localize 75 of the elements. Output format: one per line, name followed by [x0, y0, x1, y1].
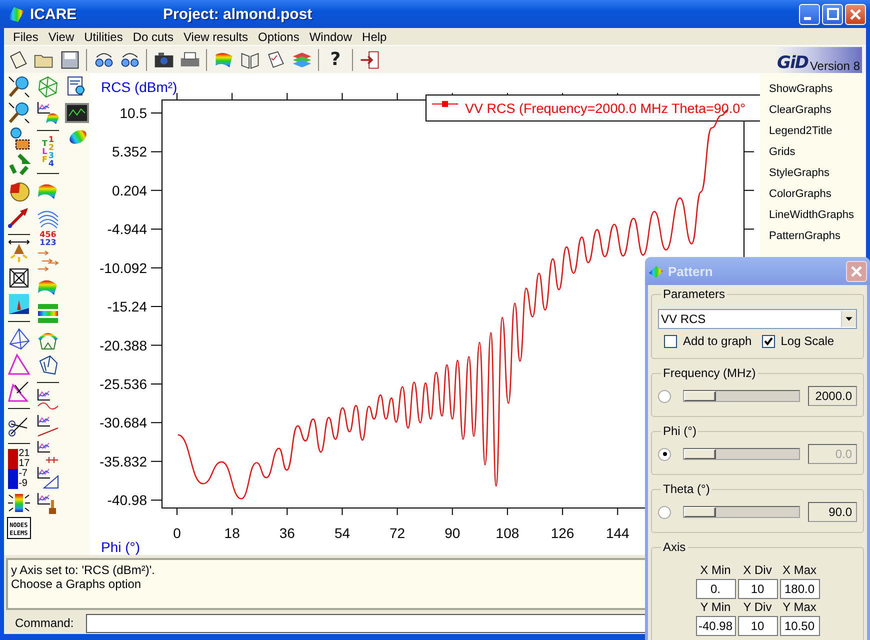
logo-name: GiD [777, 52, 808, 72]
axis-input[interactable]: 180.0 [780, 579, 820, 599]
command-item[interactable]: PatternGraphs [769, 228, 866, 244]
y-tick-label: 0.204 [112, 182, 147, 198]
x-axis-title: Phi (°) [101, 539, 140, 555]
scale-label: 17 [18, 459, 30, 469]
logo-version: Version 8 [810, 58, 860, 72]
x-tick-label: 144 [606, 525, 630, 541]
menu-item[interactable]: View results [178, 30, 253, 44]
y-tick-label: -20.388 [100, 337, 147, 354]
value-field[interactable]: 90.0 [808, 502, 857, 522]
group-label: Axis [661, 540, 688, 554]
command-item[interactable]: StyleGraphs [769, 165, 866, 181]
x-tick-label: 0 [173, 525, 181, 541]
legend-label: VV RCS (Frequency=2000.0 MHz Theta=90.0° [465, 101, 746, 116]
menu-item[interactable]: Options [252, 30, 304, 44]
menu-item[interactable]: Utilities [79, 30, 128, 44]
x-tick-label: 54 [334, 525, 350, 541]
checkbox-option[interactable]: Log Scale [762, 334, 834, 348]
checkbox-option[interactable]: Add to graph [664, 334, 752, 348]
message-line: Choose a Graphs option [11, 577, 142, 591]
x-tick-label: 126 [550, 525, 574, 541]
axis-field-label: Y Max [782, 599, 818, 616]
x-tick-label: 90 [444, 525, 460, 541]
quantity-select[interactable]: VV RCS [658, 309, 857, 329]
axis-input[interactable]: 10 [738, 616, 778, 636]
axis-field-label: Y Min [699, 599, 732, 616]
menu-item[interactable]: View [43, 30, 80, 44]
numbering-button[interactable]: 456 123 [40, 231, 56, 247]
axis-input[interactable]: 10.50 [780, 616, 820, 636]
help-button[interactable]: ? [324, 48, 347, 72]
menu-item[interactable]: Do cuts [128, 30, 178, 44]
group-label: Phi (°) [661, 424, 698, 438]
dialog-title: Pattern [668, 264, 713, 278]
x-tick-label: 18 [224, 525, 240, 541]
command-item[interactable]: ColorGraphs [769, 186, 866, 202]
y-tick-label: -4.944 [107, 221, 147, 238]
command-item[interactable]: Legend2Title [769, 123, 866, 139]
command-item[interactable]: Grids [769, 144, 866, 160]
x-tick-label: 72 [390, 525, 406, 541]
x-tick-label: 108 [496, 525, 520, 541]
y-tick-label: -30.684 [100, 414, 147, 431]
y-tick-label: 5.352 [112, 144, 147, 160]
axis-field-label: X Max [781, 562, 818, 579]
scale-label: 21 [18, 449, 30, 459]
command-label: Command: [15, 616, 74, 630]
menu-item[interactable]: Help [357, 30, 392, 44]
window-title: Project: almond.post [163, 6, 312, 22]
x-tick-label: 36 [279, 525, 295, 541]
axis-input[interactable]: -40.98 [696, 616, 736, 636]
y-tick-label: -10.092 [100, 260, 147, 276]
axis-field-label: Y Div [742, 599, 773, 616]
menu-item[interactable]: Files [8, 30, 44, 44]
value-field[interactable]: 2000.0 [808, 386, 857, 406]
y-tick-label: -35.832 [100, 453, 147, 470]
group-label: Frequency (MHz) [661, 366, 758, 380]
group-label: Parameters [661, 287, 728, 301]
app-title: ICARE [30, 6, 78, 22]
message-line: y Axis set to: 'RCS (dBm²)'. [11, 563, 155, 577]
y-tick-label: -40.98 [107, 492, 147, 508]
y-tick-label: 10.5 [120, 105, 147, 121]
y-tick-label: -15.24 [107, 298, 147, 315]
group-label: Theta (°) [661, 482, 712, 496]
command-item[interactable]: LineWidthGraphs [769, 207, 866, 223]
y-axis-title: RCS (dBm²) [101, 79, 178, 95]
y-tick-label: -25.536 [100, 376, 147, 392]
axis-field-label: X Div [742, 562, 773, 579]
scale-label: -9 [18, 479, 28, 489]
axis-field-label: X Min [699, 562, 732, 579]
axis-input[interactable]: 10 [738, 579, 778, 599]
menu-item[interactable]: Window [304, 30, 358, 44]
command-item[interactable]: ShowGraphs [769, 81, 866, 97]
command-item[interactable]: ClearGraphs [769, 102, 866, 118]
scale-label: -7 [18, 469, 28, 479]
axis-input[interactable]: 0. [696, 579, 736, 599]
